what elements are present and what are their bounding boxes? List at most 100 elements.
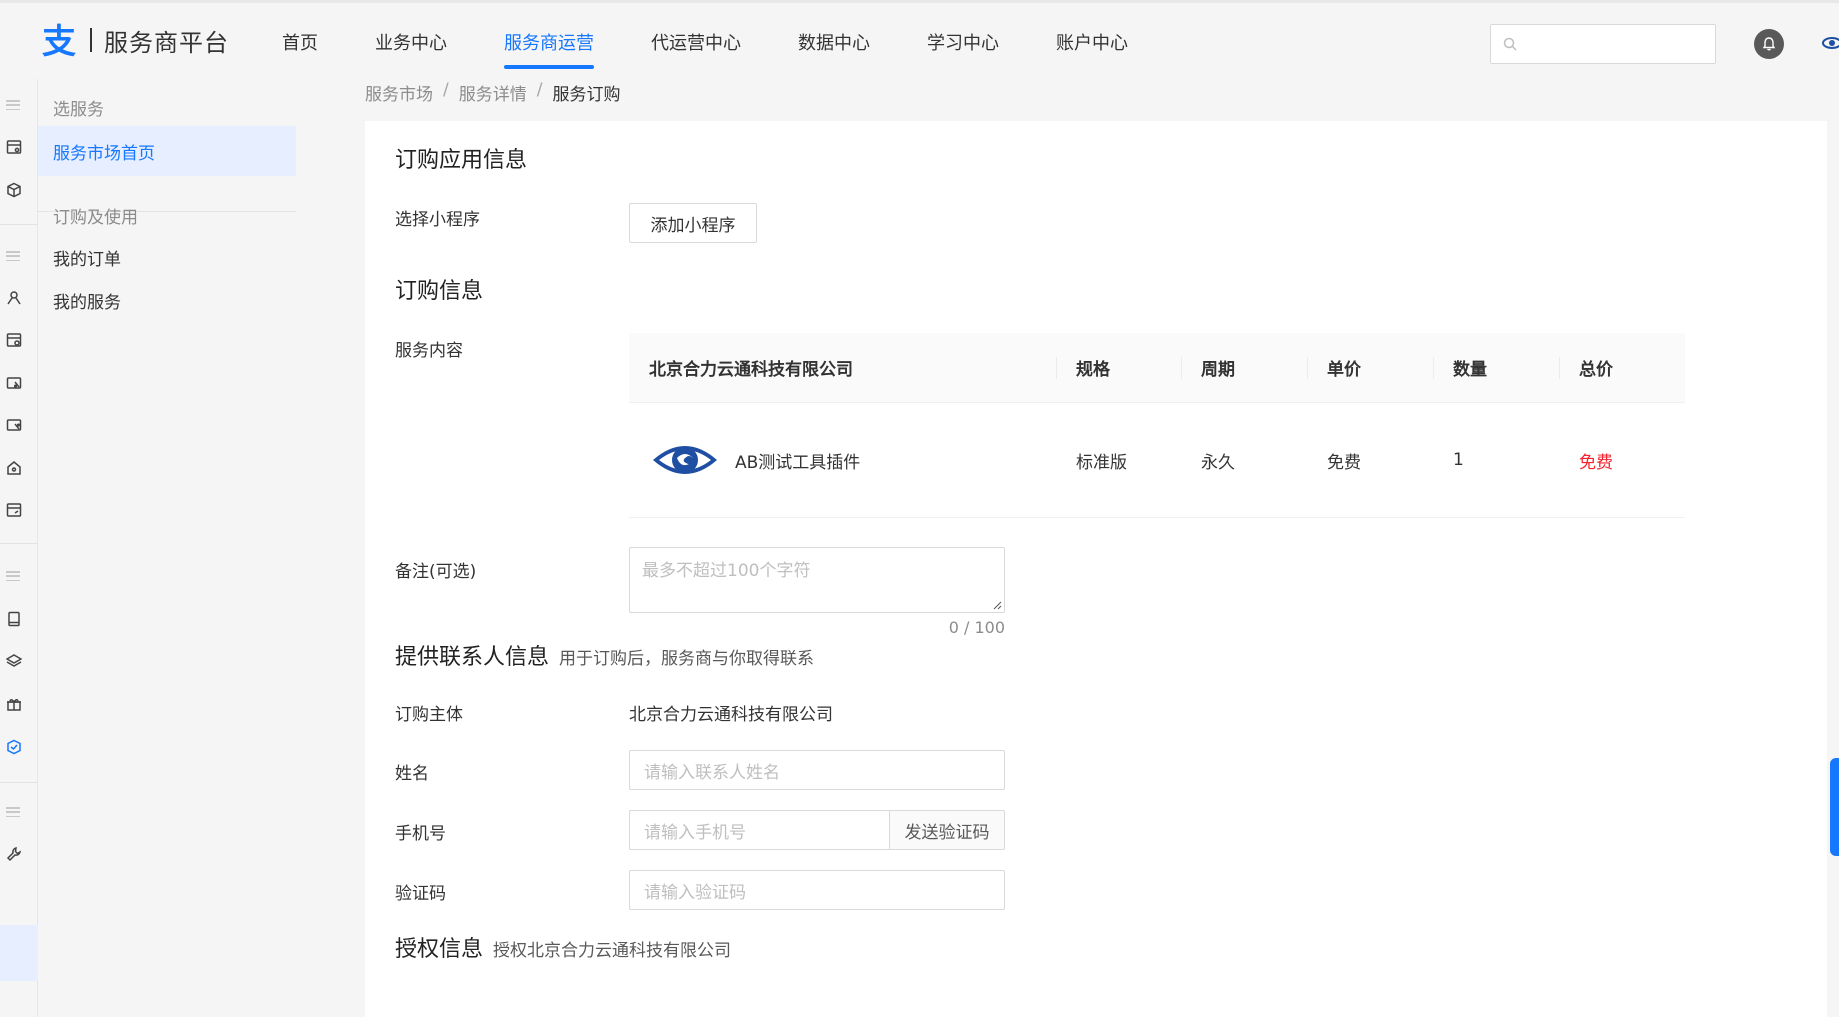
notification-bell-icon[interactable] xyxy=(1754,29,1784,59)
icon-rail xyxy=(0,79,38,1017)
nav-home[interactable]: 首页 xyxy=(282,3,318,79)
cell-spec: 标准版 xyxy=(1076,452,1127,473)
layers-icon[interactable] xyxy=(4,651,24,671)
drag-handle-icon[interactable] xyxy=(6,251,20,261)
breadcrumb-market[interactable]: 服务市场 xyxy=(365,80,433,105)
coupon-icon[interactable] xyxy=(4,373,24,393)
phone-placeholder: 请输入手机号 xyxy=(644,822,746,843)
box-icon[interactable] xyxy=(4,180,24,200)
subject-value: 北京合力云通科技有限公司 xyxy=(629,705,833,725)
breadcrumb: 服务市场 / 服务详情 / 服务订购 xyxy=(365,80,620,105)
search-icon xyxy=(1503,37,1517,51)
contact-title: 提供联系人信息 用于订购后，服务商与你取得联系 xyxy=(395,639,814,671)
subject-label: 订购主体 xyxy=(395,705,463,725)
contact-subtitle: 用于订购后，服务商与你取得联系 xyxy=(559,649,815,669)
col-provider: 北京合力云通科技有限公司 xyxy=(649,360,853,380)
wrench-icon[interactable] xyxy=(4,844,24,864)
phone-input-group: 请输入手机号 发送验证码 xyxy=(629,810,1005,850)
send-code-button[interactable]: 发送验证码 xyxy=(889,810,1005,850)
add-miniapp-button[interactable]: 添加小程序 xyxy=(629,203,757,243)
remark-placeholder: 最多不超过100个字符 xyxy=(642,561,811,581)
discount-icon[interactable] xyxy=(4,415,24,435)
sidebar-item-market-home[interactable]: 服务市场首页 xyxy=(53,139,155,164)
service-market-icon[interactable] xyxy=(4,737,24,757)
service-content-label: 服务内容 xyxy=(395,341,463,361)
rail-active-highlight xyxy=(0,925,38,981)
nav-agency-ops[interactable]: 代运营中心 xyxy=(651,3,741,79)
breadcrumb-separator: / xyxy=(443,80,449,100)
resize-handle-icon[interactable] xyxy=(992,600,1002,610)
drag-handle-icon[interactable] xyxy=(6,100,20,110)
code-placeholder: 请输入验证码 xyxy=(644,882,746,903)
contact-name-input[interactable]: 请输入联系人姓名 xyxy=(629,750,1005,790)
order-form-panel: 订购应用信息 选择小程序 添加小程序 订购信息 服务内容 北京合力云通科技有限公… xyxy=(365,121,1827,1017)
avatar[interactable] xyxy=(1822,33,1839,53)
sidebar-item-my-orders[interactable]: 我的订单 xyxy=(53,245,121,270)
shop-settings-icon[interactable] xyxy=(4,330,24,350)
remark-textarea[interactable]: 最多不超过100个字符 xyxy=(629,547,1005,613)
table-row: AB测试工具插件 标准版 永久 免费 1 免费 xyxy=(629,403,1685,518)
drag-handle-icon[interactable] xyxy=(6,807,20,817)
floating-side-tab[interactable] xyxy=(1830,758,1839,856)
svg-text:支: 支 xyxy=(42,22,76,59)
eye-logo-icon xyxy=(653,446,717,474)
col-quantity: 数量 xyxy=(1433,333,1559,403)
cell-quantity: 1 xyxy=(1453,450,1464,470)
breadcrumb-current: 服务订购 xyxy=(552,85,621,105)
remark-label: 备注(可选) xyxy=(395,562,477,582)
auth-title: 授权信息 授权北京合力云通科技有限公司 xyxy=(395,931,731,963)
store-star-icon[interactable] xyxy=(4,137,24,157)
contact-name-placeholder: 请输入联系人姓名 xyxy=(644,762,780,783)
nav-account-center[interactable]: 账户中心 xyxy=(1056,3,1128,79)
home-icon[interactable] xyxy=(4,458,24,478)
table-header: 北京合力云通科技有限公司 规格 周期 单价 数量 总价 xyxy=(629,333,1685,403)
nav-provider-ops[interactable]: 服务商运营 xyxy=(504,3,594,79)
app-info-title: 订购应用信息 xyxy=(395,148,528,173)
product-name: AB测试工具插件 xyxy=(735,452,861,473)
alipay-logo-icon: 支 xyxy=(42,22,76,59)
brand-logo[interactable]: 支 服务商平台 xyxy=(40,21,229,59)
service-table: 北京合力云通科技有限公司 规格 周期 单价 数量 总价 AB测试工具插件 标准版… xyxy=(629,333,1685,518)
auth-subtitle: 授权北京合力云通科技有限公司 xyxy=(493,941,732,961)
rail-divider xyxy=(0,543,38,544)
auth-title-text: 授权信息 xyxy=(395,937,484,962)
cell-period: 永久 xyxy=(1201,452,1235,473)
phone-input[interactable]: 请输入手机号 xyxy=(629,810,889,850)
order-info-title: 订购信息 xyxy=(395,279,484,304)
nav-data-center[interactable]: 数据中心 xyxy=(798,3,870,79)
search-input[interactable] xyxy=(1490,24,1716,64)
users-icon[interactable] xyxy=(4,288,24,308)
store-icon[interactable] xyxy=(4,500,24,520)
col-total: 总价 xyxy=(1559,333,1685,403)
select-miniapp-label: 选择小程序 xyxy=(395,210,480,230)
cell-unit-price: 免费 xyxy=(1327,452,1361,473)
sidebar-item-my-services[interactable]: 我的服务 xyxy=(53,288,121,313)
col-spec: 规格 xyxy=(1056,333,1181,403)
gift-icon[interactable] xyxy=(4,694,24,714)
phone-label: 手机号 xyxy=(395,824,446,844)
cell-total: 免费 xyxy=(1579,452,1613,473)
breadcrumb-detail[interactable]: 服务详情 xyxy=(459,80,527,105)
book-icon[interactable] xyxy=(4,609,24,629)
cell-product: AB测试工具插件 xyxy=(629,436,1056,484)
brand-name: 服务商平台 xyxy=(104,28,229,57)
nav-learning-center[interactable]: 学习中心 xyxy=(927,3,999,79)
logo-divider xyxy=(90,28,92,52)
rail-divider xyxy=(0,224,38,225)
nav-business-center[interactable]: 业务中心 xyxy=(375,3,447,79)
verification-code-input[interactable]: 请输入验证码 xyxy=(629,870,1005,910)
code-label: 验证码 xyxy=(395,884,446,904)
remark-char-counter: 0 / 100 xyxy=(948,618,1005,637)
col-unit-price: 单价 xyxy=(1307,333,1433,403)
sidebar: 选服务 服务市场首页 订购及使用 我的订单 我的服务 xyxy=(38,79,296,1017)
sidebar-group-select-service: 选服务 xyxy=(53,100,104,120)
name-label: 姓名 xyxy=(395,764,429,784)
rail-divider xyxy=(0,782,38,783)
main-nav: 首页 业务中心 服务商运营 代运营中心 数据中心 学习中心 账户中心 xyxy=(282,3,1185,79)
col-period: 周期 xyxy=(1181,333,1307,403)
top-header: 支 服务商平台 首页 业务中心 服务商运营 代运营中心 数据中心 学习中心 账户… xyxy=(0,3,1839,79)
contact-title-text: 提供联系人信息 xyxy=(395,645,550,670)
breadcrumb-separator: / xyxy=(536,80,543,100)
sidebar-group-orders: 订购及使用 xyxy=(53,208,138,228)
drag-handle-icon[interactable] xyxy=(6,571,20,581)
